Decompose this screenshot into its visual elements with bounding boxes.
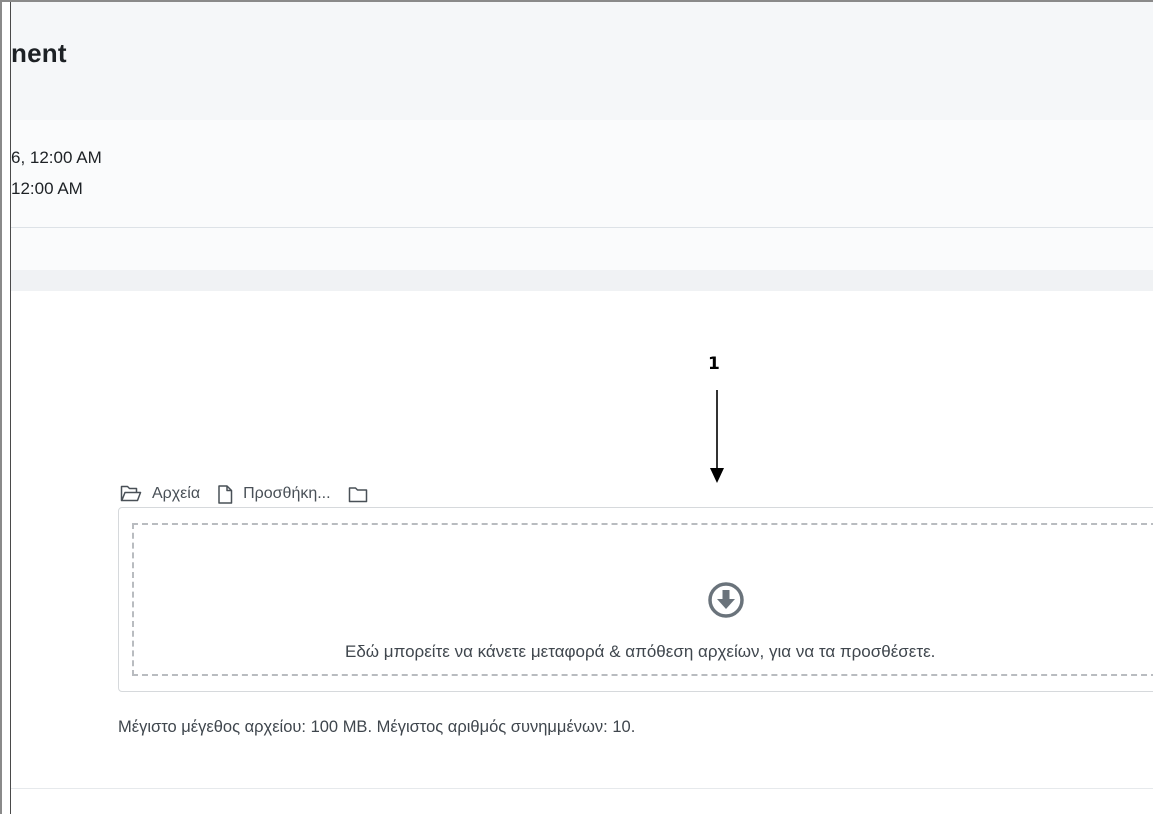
upload-limits: Μέγιστο μέγεθος αρχείου: 100 MB. Μέγιστο… xyxy=(118,718,636,736)
files-button[interactable]: Αρχεία xyxy=(120,485,200,503)
page-header: nent xyxy=(11,2,1153,120)
due-date: 12:00 AM xyxy=(11,179,83,198)
file-icon xyxy=(218,484,233,504)
page-frame: nent 6, 12:00 AM 12:00 AM 1 Αρχεία Προσθ… xyxy=(0,0,1153,814)
add-file-button[interactable]: Προσθήκη... xyxy=(217,484,331,504)
annotation-arrow-icon xyxy=(710,390,724,483)
folder-icon xyxy=(348,486,367,502)
download-circle-icon xyxy=(708,582,744,618)
activity-dates: 6, 12:00 AM 12:00 AM xyxy=(11,120,1153,228)
filemanager-container: Εδώ μπορείτε να κάνετε μεταφορά & απόθεσ… xyxy=(118,507,1153,692)
filemanager-toolbar: Αρχεία Προσθήκη... xyxy=(120,482,395,506)
folder-open-icon xyxy=(120,485,142,502)
create-folder-button[interactable] xyxy=(348,486,378,503)
drop-instructions: Εδώ μπορείτε να κάνετε μεταφορά & απόθεσ… xyxy=(345,642,936,661)
section-divider xyxy=(11,270,1153,291)
activity-info-band xyxy=(11,228,1153,270)
opened-date: 6, 12:00 AM xyxy=(11,148,102,167)
bottom-divider xyxy=(11,788,1153,789)
left-border-line xyxy=(10,2,11,814)
annotation-number: 1 xyxy=(708,354,720,374)
page-title: nent xyxy=(11,38,67,68)
files-label: Αρχεία xyxy=(152,485,201,502)
drop-zone[interactable]: Εδώ μπορείτε να κάνετε μεταφορά & απόθεσ… xyxy=(132,523,1153,676)
add-file-label: Προσθήκη... xyxy=(243,485,331,502)
